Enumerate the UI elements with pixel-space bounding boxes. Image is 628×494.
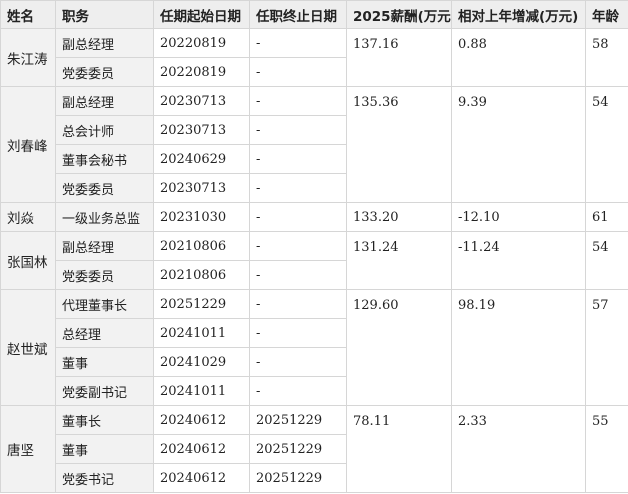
position-title: 总经理 (55, 318, 154, 348)
table-row: 赵世斌 代理董事长 20251229-129.60 98.19 57 (0, 289, 628, 406)
position-title: 副总经理 (55, 231, 154, 261)
term-end-date: - (249, 115, 347, 145)
term-end-date: - (249, 318, 347, 348)
position-title: 董事 (55, 434, 154, 464)
term-start-date: 20240612 (153, 405, 250, 435)
header-name: 姓名 (0, 0, 56, 29)
position-title: 党委委员 (55, 173, 154, 203)
pay-change: 9.39 (451, 86, 586, 203)
position-title: 董事长 (55, 405, 154, 435)
header-term-start: 任期起始日期 (153, 0, 250, 29)
term-start-date: 20240612 (153, 434, 250, 464)
position-title: 党委副书记 (55, 376, 154, 406)
position-title: 副总经理 (55, 28, 154, 58)
person-name: 刘春峰 (0, 86, 56, 203)
age: 54 (585, 86, 628, 203)
position-title: 党委委员 (55, 260, 154, 290)
term-end-date: - (249, 173, 347, 203)
term-end-date: - (249, 376, 347, 406)
term-start-date: 20230713 (153, 115, 250, 145)
term-start-date: 20241011 (153, 376, 250, 406)
term-end-date: - (249, 260, 347, 290)
table-row: 唐坚 董事长 20240612 20251229 78.11 2.33 55 (0, 405, 628, 493)
header-position: 职务 (55, 0, 154, 29)
term-end-date: 20251229 (249, 463, 347, 493)
age: 58 (585, 28, 628, 87)
header-row: 姓名 职务 任期起始日期 任职终止日期 2025薪酬(万元) 相对上年增减(万元… (0, 0, 628, 29)
term-end-date: - (249, 144, 347, 174)
term-start-date: 20241029 (153, 347, 250, 377)
position-title: 董事会秘书 (55, 144, 154, 174)
table-row: 张国林 副总经理 20210806-131.24 -11.24 54 (0, 231, 628, 290)
term-end-date: - (249, 57, 347, 87)
pay-2025: 135.36 (346, 86, 452, 203)
position-title: 副总经理 (55, 86, 154, 116)
position-title: 代理董事长 (55, 289, 154, 319)
header-term-end: 任职终止日期 (249, 0, 347, 29)
header-pay-change: 相对上年增减(万元) (451, 0, 586, 29)
pay-2025: 129.60 (346, 289, 452, 406)
person-name: 刘焱 (0, 202, 56, 232)
term-end-date: - (249, 289, 347, 319)
pay-2025: 78.11 (346, 405, 452, 493)
term-end-date: - (249, 231, 347, 261)
term-start-date: 20230713 (153, 86, 250, 116)
term-end-date: - (249, 347, 347, 377)
term-end-date: 20251229 (249, 405, 347, 435)
term-start-date: 20210806 (153, 260, 250, 290)
term-start-date: 20231030 (153, 202, 250, 232)
age: 54 (585, 231, 628, 290)
pay-change: -12.10 (451, 202, 586, 232)
position-title: 总会计师 (55, 115, 154, 145)
pay-change: 2.33 (451, 405, 586, 493)
term-start-date: 20241011 (153, 318, 250, 348)
term-start-date: 20251229 (153, 289, 250, 319)
pay-change: 98.19 (451, 289, 586, 406)
pay-2025: 133.20 (346, 202, 452, 232)
term-end-date: 20251229 (249, 434, 347, 464)
pay-2025: 137.16 (346, 28, 452, 87)
table-row: 刘春峰 副总经理 20230713-135.36 9.39 54 (0, 86, 628, 203)
position-title: 董事 (55, 347, 154, 377)
executive-compensation-table: 姓名 职务 任期起始日期 任职终止日期 2025薪酬(万元) 相对上年增减(万元… (0, 0, 628, 493)
header-pay-2025: 2025薪酬(万元) (346, 0, 452, 29)
age: 57 (585, 289, 628, 406)
position-title: 党委委员 (55, 57, 154, 87)
position-title: 党委书记 (55, 463, 154, 493)
age: 55 (585, 405, 628, 493)
age: 61 (585, 202, 628, 232)
term-start-date: 20240612 (153, 463, 250, 493)
term-start-date: 20220819 (153, 57, 250, 87)
person-name: 张国林 (0, 231, 56, 290)
table-row: 刘焱 一级业务总监 20231030-133.20 -12.10 61 (0, 202, 628, 232)
header-age: 年龄 (585, 0, 628, 29)
term-start-date: 20210806 (153, 231, 250, 261)
term-end-date: - (249, 86, 347, 116)
pay-2025: 131.24 (346, 231, 452, 290)
pay-change: -11.24 (451, 231, 586, 290)
person-name: 唐坚 (0, 405, 56, 493)
table-body: 朱江涛 副总经理 20220819-137.16 0.88 58 党委委员 20220819… (0, 28, 628, 493)
pay-change: 0.88 (451, 28, 586, 87)
term-start-date: 20230713 (153, 173, 250, 203)
person-name: 赵世斌 (0, 289, 56, 406)
position-title: 一级业务总监 (55, 202, 154, 232)
term-start-date: 20220819 (153, 28, 250, 58)
term-end-date: - (249, 28, 347, 58)
term-end-date: - (249, 202, 347, 232)
term-start-date: 20240629 (153, 144, 250, 174)
table-row: 朱江涛 副总经理 20220819-137.16 0.88 58 (0, 28, 628, 87)
person-name: 朱江涛 (0, 28, 56, 87)
